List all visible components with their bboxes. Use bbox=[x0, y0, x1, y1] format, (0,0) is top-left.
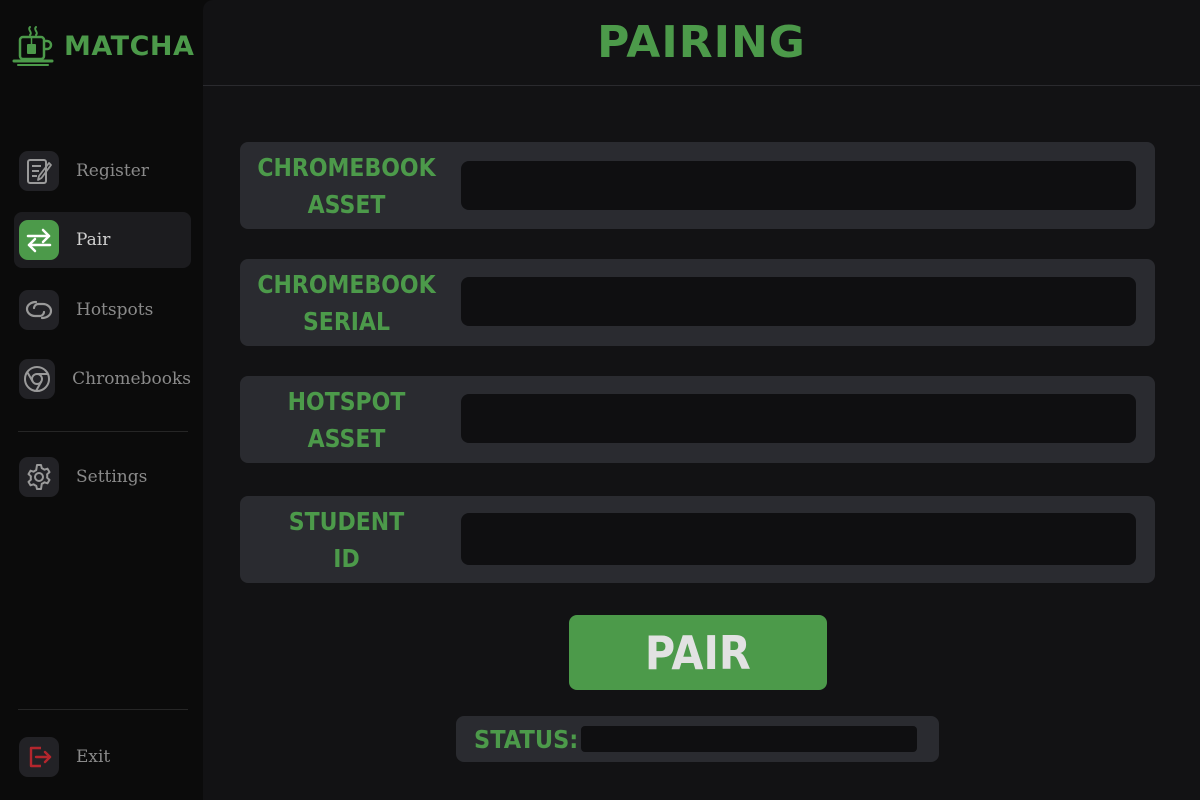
chrome-icon bbox=[19, 359, 56, 399]
main-panel: PAIRING CHROMEBOOK ASSET CHROMEBOOK SERI… bbox=[203, 0, 1200, 800]
sidebar-item-label: Pair bbox=[76, 230, 111, 250]
chromebook-serial-label: CHROMEBOOK SERIAL bbox=[253, 259, 440, 346]
sidebar-item-label: Chromebooks bbox=[72, 369, 191, 389]
gear-icon bbox=[19, 457, 59, 497]
pair-button[interactable]: PAIR bbox=[569, 615, 827, 690]
sidebar-item-settings[interactable]: Settings bbox=[14, 449, 191, 505]
register-icon bbox=[19, 151, 59, 191]
pair-button-label: PAIR bbox=[645, 625, 751, 680]
label-line: CHROMEBOOK bbox=[257, 152, 436, 182]
sidebar: MATCHA Register Pair Hotspots Chromebook… bbox=[0, 0, 203, 800]
status-bar: STATUS: bbox=[456, 716, 939, 762]
hotspot-asset-label: HOTSPOT ASSET bbox=[253, 376, 440, 463]
sidebar-item-hotspots[interactable]: Hotspots bbox=[14, 282, 191, 338]
sidebar-divider bbox=[18, 431, 188, 432]
sidebar-item-label: Register bbox=[76, 161, 149, 181]
student-id-input[interactable] bbox=[461, 513, 1136, 565]
label-line: ID bbox=[333, 543, 360, 573]
sidebar-item-pair[interactable]: Pair bbox=[14, 212, 191, 268]
hotspot-icon bbox=[19, 290, 59, 330]
sidebar-item-chromebooks[interactable]: Chromebooks bbox=[14, 351, 191, 407]
sidebar-item-label: Exit bbox=[76, 747, 111, 767]
label-line: ASSET bbox=[307, 423, 386, 453]
sidebar-item-label: Hotspots bbox=[76, 300, 154, 320]
chromebook-asset-row: CHROMEBOOK ASSET bbox=[240, 142, 1155, 229]
status-value bbox=[581, 726, 917, 752]
hotspot-asset-row: HOTSPOT ASSET bbox=[240, 376, 1155, 463]
page-title: PAIRING bbox=[597, 17, 806, 68]
student-id-label: STUDENT ID bbox=[253, 496, 440, 583]
student-id-row: STUDENT ID bbox=[240, 496, 1155, 583]
sidebar-item-label: Settings bbox=[76, 467, 148, 487]
app-name: MATCHA bbox=[64, 30, 195, 62]
status-label: STATUS: bbox=[474, 724, 579, 754]
page-header: PAIRING bbox=[203, 0, 1200, 86]
chromebook-asset-label: CHROMEBOOK ASSET bbox=[253, 142, 440, 229]
chromebook-asset-input[interactable] bbox=[461, 161, 1136, 210]
app-window: MATCHA Register Pair Hotspots Chromebook… bbox=[0, 0, 1200, 800]
brand: MATCHA bbox=[12, 24, 194, 68]
label-line: HOTSPOT bbox=[287, 386, 406, 416]
sidebar-item-register[interactable]: Register bbox=[14, 143, 191, 199]
exit-icon bbox=[19, 737, 59, 777]
sidebar-item-exit[interactable]: Exit bbox=[14, 729, 191, 785]
chromebook-serial-row: CHROMEBOOK SERIAL bbox=[240, 259, 1155, 346]
label-line: SERIAL bbox=[302, 306, 391, 336]
label-line: CHROMEBOOK bbox=[257, 269, 436, 299]
label-line: ASSET bbox=[307, 189, 386, 219]
teacup-icon bbox=[12, 26, 54, 66]
sidebar-divider bbox=[18, 709, 188, 710]
chromebook-serial-input[interactable] bbox=[461, 277, 1136, 326]
label-line: STUDENT bbox=[288, 506, 405, 536]
swap-arrows-icon bbox=[19, 220, 59, 260]
hotspot-asset-input[interactable] bbox=[461, 394, 1136, 443]
